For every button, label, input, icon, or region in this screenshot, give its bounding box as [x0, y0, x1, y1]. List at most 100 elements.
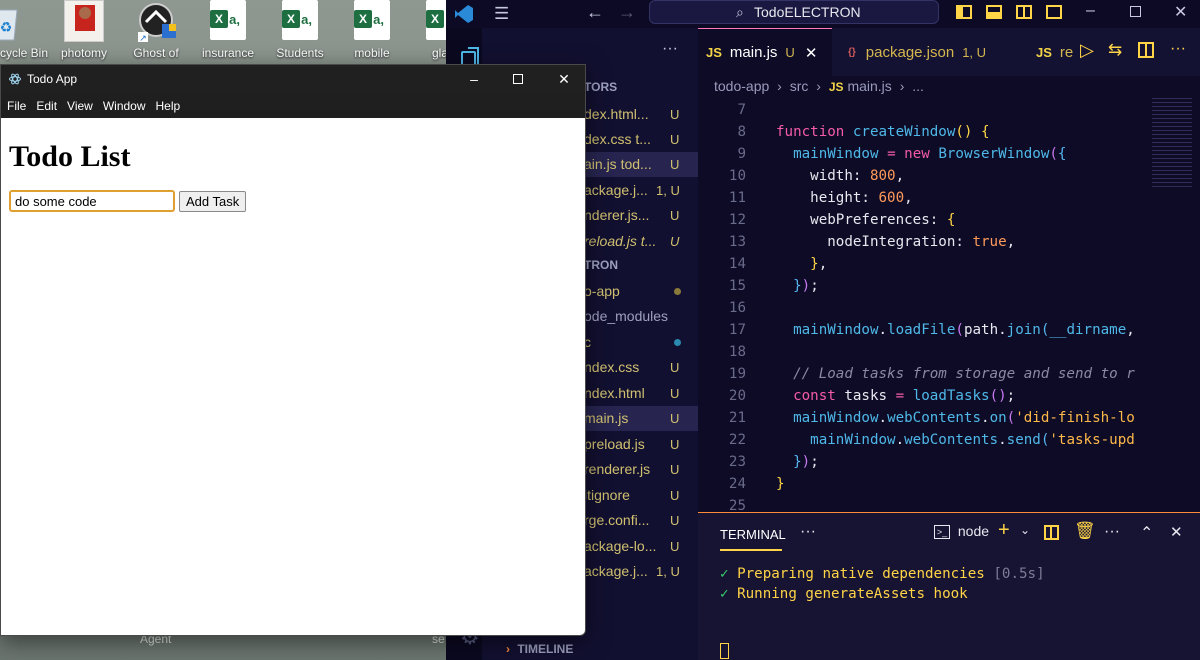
terminal-tab[interactable]: TERMINAL — [720, 527, 786, 551]
open-editor-item[interactable]: nderer.js... U — [584, 203, 698, 228]
code-line: nodeIntegration: true, — [776, 234, 1016, 250]
split-editor-icon[interactable] — [1138, 42, 1154, 58]
trash-icon[interactable]: 🗑 — [1074, 521, 1096, 541]
project-tree-item[interactable]: ackage.j... 1, U — [584, 559, 698, 584]
project-tree-item[interactable]: o-app — [584, 279, 698, 304]
project-tree-item[interactable]: itignore U — [584, 483, 698, 508]
terminal-shell-selector[interactable]: >_ node — [934, 523, 989, 540]
maximize-icon[interactable] — [495, 65, 541, 93]
editor-more-icon[interactable]: ··· — [1170, 40, 1186, 58]
desktop-icon-photomy[interactable]: photomy — [48, 0, 120, 64]
desktop-icon-students[interactable]: Xa, Students — [264, 0, 336, 64]
sidebar-more-icon[interactable]: ··· — [662, 40, 678, 58]
project-tree-item[interactable]: renderer.js U — [584, 457, 698, 482]
minimize-icon[interactable]: – — [451, 65, 497, 93]
status-dot-icon — [674, 288, 681, 295]
code-line: webPreferences: { — [776, 212, 956, 228]
excel-file-icon: Xa, — [210, 0, 246, 40]
desktop-icon-gla[interactable]: X gla — [410, 0, 450, 64]
customize-layout-icon[interactable] — [1046, 5, 1062, 19]
maximize-panel-icon[interactable]: ⌃ — [1140, 523, 1153, 543]
menu-file[interactable]: File — [7, 99, 26, 113]
line-number: 10 — [728, 168, 746, 184]
menu-hamburger-icon[interactable]: ☰ — [494, 4, 509, 24]
line-number: 21 — [728, 410, 746, 426]
terminal-cursor — [720, 643, 729, 659]
open-editor-item[interactable]: ackage.j... 1, U — [584, 178, 698, 203]
forward-arrow-icon[interactable]: → — [618, 2, 636, 23]
window-maximize-icon[interactable] — [1130, 6, 1141, 17]
run-icon[interactable]: ▷ — [1080, 40, 1094, 61]
toggle-secondary-sidebar-icon[interactable] — [1016, 5, 1032, 19]
line-number: 12 — [728, 212, 746, 228]
editor-tabs: JS main.js U ✕ {} package.json 1, U JS r… — [698, 28, 1200, 76]
menu-window[interactable]: Window — [103, 99, 146, 113]
minimap[interactable] — [1152, 98, 1192, 188]
code-line: } — [776, 476, 785, 492]
todo-titlebar[interactable]: Todo App – ✕ — [1, 65, 585, 93]
window-close-icon[interactable]: ✕ — [1174, 2, 1187, 22]
project-tree-item[interactable]: ackage-lo... U — [584, 534, 698, 559]
check-icon: ✓ — [720, 586, 729, 602]
toggle-panel-icon[interactable] — [986, 5, 1002, 19]
close-panel-icon[interactable]: ✕ — [1170, 523, 1183, 541]
status-dot-icon — [674, 339, 681, 346]
desktop-icon-mobile[interactable]: Xa, mobile — [336, 0, 408, 64]
desktop-icon-insurance[interactable]: Xa, insurance — [192, 0, 264, 64]
tab-package-json[interactable]: {} package.json 1, U — [840, 28, 1020, 76]
project-tree-item[interactable]: rge.confi... U — [584, 508, 698, 533]
open-editors-header[interactable]: TORS — [584, 80, 617, 94]
back-arrow-icon[interactable]: ← — [586, 2, 604, 23]
todo-app-window: Todo App – ✕ File Edit View Window Help … — [0, 64, 586, 636]
tab-main-js[interactable]: JS main.js U ✕ — [698, 28, 832, 76]
code-line: width: 800, — [776, 168, 905, 184]
timeline-section[interactable]: › TIMELINE — [506, 642, 573, 656]
project-tree-item[interactable]: ndex.css U — [584, 355, 698, 380]
project-header[interactable]: TRON — [584, 258, 618, 272]
svg-text:♻: ♻ — [0, 19, 12, 35]
code-line: const tasks = loadTasks(); — [793, 388, 1016, 404]
split-terminal-icon[interactable] — [1044, 525, 1059, 540]
line-number: 24 — [728, 476, 746, 492]
source-control-compare-icon[interactable]: ⇆ — [1108, 40, 1122, 60]
close-tab-icon[interactable]: ✕ — [805, 44, 818, 62]
new-terminal-icon[interactable]: + — [998, 519, 1010, 542]
project-tree-item[interactable]: ndex.html U — [584, 381, 698, 406]
todo-content: Todo List Add Task — [1, 140, 585, 212]
open-editor-item[interactable]: reload.js t... U — [584, 229, 698, 254]
line-number: 16 — [728, 300, 746, 316]
panel-more-icon[interactable]: ··· — [800, 523, 816, 541]
chevron-down-icon[interactable]: ⌄ — [1020, 523, 1030, 537]
scrollbar[interactable] — [1190, 98, 1198, 438]
task-input[interactable] — [9, 190, 175, 212]
task-form: Add Task — [9, 190, 577, 212]
menu-view[interactable]: View — [67, 99, 93, 113]
todo-window-title: Todo App — [27, 72, 78, 86]
project-tree-item[interactable]: ode_modules — [584, 304, 698, 329]
menu-edit[interactable]: Edit — [36, 99, 57, 113]
electron-app-icon — [9, 73, 21, 85]
project-tree-item[interactable]: c — [584, 330, 698, 355]
panel-overflow-icon[interactable]: ··· — [1104, 523, 1120, 541]
open-editor-item[interactable]: dex.css t... U — [584, 127, 698, 152]
desktop-icon-recycle-bin[interactable]: ♻ cycle Bin — [0, 0, 48, 64]
project-tree-item[interactable]: preload.js U — [584, 432, 698, 457]
line-number: 8 — [737, 124, 746, 140]
command-center-search[interactable]: ⌕ TodoELECTRON — [649, 0, 939, 24]
window-minimize-icon[interactable]: – — [1086, 2, 1095, 20]
code-line: mainWindow.webContents.on('did-finish-lo — [793, 410, 1135, 426]
open-editor-item[interactable]: ain.js tod... U — [584, 152, 698, 177]
toggle-sidebar-icon[interactable] — [956, 5, 972, 19]
menu-help[interactable]: Help — [156, 99, 181, 113]
tab-renderer-js[interactable]: JS re — [1028, 28, 1076, 76]
code-line: function createWindow() { — [776, 124, 990, 140]
code-editor[interactable]: 7 8 9 10 11 12 13 14 15 16 17 18 19 20 21 22 23 24 25 func… — [698, 98, 1200, 514]
line-number: 9 — [737, 146, 746, 162]
open-editor-item[interactable]: dex.html... U — [584, 102, 698, 127]
close-icon[interactable]: ✕ — [541, 65, 585, 93]
check-icon: ✓ — [720, 566, 729, 582]
add-task-button[interactable]: Add Task — [179, 190, 247, 212]
desktop-icon-ghost[interactable]: ↗ Ghost of — [120, 0, 192, 64]
project-tree-item[interactable]: main.js U — [584, 406, 698, 431]
line-number: 11 — [728, 190, 746, 206]
